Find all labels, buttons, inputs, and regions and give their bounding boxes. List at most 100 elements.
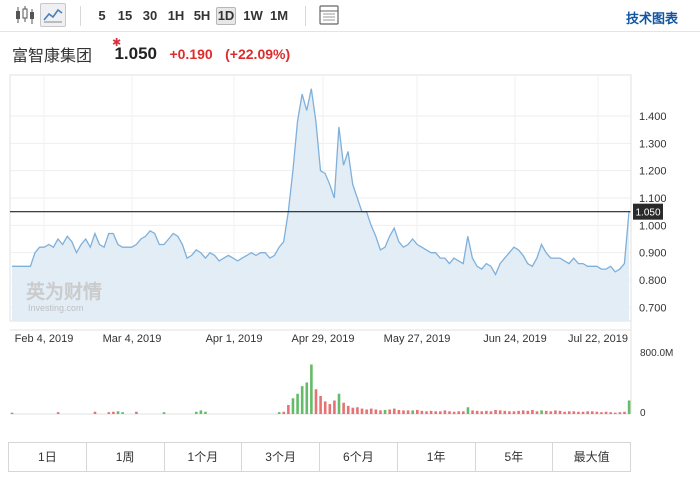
- x-tick-label: Jul 22, 2019: [568, 333, 628, 345]
- volume-bar: [360, 408, 364, 414]
- range-button-3[interactable]: 3个月: [242, 443, 320, 471]
- volume-axis-max: 800.0M: [640, 348, 673, 359]
- volume-bar: [577, 411, 580, 414]
- volume-bar: [600, 412, 603, 414]
- volume-bar: [415, 409, 419, 414]
- volume-bar: [121, 412, 124, 414]
- stock-name: 富智康集团: [12, 48, 93, 65]
- interval-button-1m[interactable]: 1M: [268, 7, 290, 25]
- interval-button-15[interactable]: 15: [116, 7, 134, 25]
- volume-bar: [457, 411, 461, 414]
- volume-bar: [420, 410, 424, 414]
- volume-bar: [204, 411, 207, 414]
- volume-axis-min: 0: [640, 408, 646, 419]
- table-icon[interactable]: [316, 3, 342, 27]
- volume-bar: [544, 410, 548, 414]
- interval-button-30[interactable]: 30: [141, 7, 159, 25]
- volume-bar: [300, 386, 304, 414]
- volume-bar: [434, 411, 438, 414]
- y-tick-label: 1.100: [639, 193, 667, 205]
- volume-bar: [572, 411, 576, 414]
- volume-bar: [365, 409, 368, 414]
- interval-button-5[interactable]: 5: [96, 7, 108, 25]
- volume-bar: [448, 411, 451, 414]
- volume-bar: [531, 409, 534, 414]
- volume-bar: [558, 410, 562, 414]
- volume-bar: [439, 411, 442, 414]
- volume-bar: [609, 412, 612, 414]
- toolbar-divider: [305, 6, 306, 26]
- volume-bar: [328, 404, 332, 414]
- volume-bar: [402, 410, 405, 414]
- volume-bar: [567, 411, 571, 414]
- x-tick-label: Apr 1, 2019: [206, 333, 263, 345]
- volume-bar: [388, 409, 391, 414]
- volume-bar: [93, 411, 97, 414]
- volume-bar: [443, 410, 447, 414]
- range-button-5[interactable]: 1年: [397, 443, 476, 471]
- volume-bar: [563, 411, 566, 414]
- volume-bar: [135, 411, 138, 414]
- volume-bar: [369, 408, 373, 414]
- range-button-4[interactable]: 6个月: [320, 443, 398, 471]
- interval-button-1w[interactable]: 1W: [242, 7, 264, 25]
- volume-bar: [107, 412, 111, 414]
- volume-bar: [425, 411, 428, 414]
- y-tick-label: 0.700: [639, 302, 667, 314]
- volume-bar: [627, 400, 631, 414]
- x-tick-label: Feb 4, 2019: [15, 333, 74, 345]
- volume-bar: [429, 410, 433, 414]
- volume-bar: [10, 412, 14, 414]
- volume-bar: [346, 405, 350, 414]
- price-chart[interactable]: 1.400 1.300 1.200 1.100 1.000 0.900 0.800 0.700…: [0, 72, 700, 432]
- volume-bar: [613, 412, 617, 414]
- volume-bar: [540, 410, 543, 414]
- volume-bar: [383, 409, 387, 414]
- quote-header: 富智康集团 ✱ 1.050 +0.190 (+22.09%): [12, 37, 290, 66]
- volume-bar: [411, 410, 414, 414]
- x-tick-label: Jun 24, 2019: [483, 333, 547, 345]
- range-button-0[interactable]: 1日: [9, 443, 87, 471]
- technical-chart-link[interactable]: 技术图表: [626, 8, 678, 27]
- volume-bar: [116, 411, 120, 414]
- volume-bar: [581, 411, 585, 414]
- range-button-2[interactable]: 1个月: [164, 443, 243, 471]
- volume-bar: [406, 410, 410, 414]
- volume-bar: [512, 411, 516, 414]
- volume-bar: [194, 411, 198, 414]
- volume-bar: [517, 410, 520, 414]
- volume-bar: [351, 407, 355, 414]
- volume-bar: [618, 412, 622, 414]
- area-chart-icon[interactable]: [40, 3, 66, 27]
- volume-bar: [342, 402, 345, 414]
- interval-button-5h[interactable]: 5H: [192, 7, 212, 25]
- last-price-label: 1.050: [635, 208, 660, 219]
- interval-button-1d[interactable]: 1D: [216, 7, 236, 25]
- candlestick-icon[interactable]: [12, 3, 38, 27]
- y-tick-label: 0.900: [639, 248, 667, 260]
- volume-bar: [604, 411, 608, 414]
- volume-bar: [337, 393, 341, 414]
- y-tick-label: 1.300: [639, 138, 667, 150]
- range-button-1[interactable]: 1周: [86, 443, 165, 471]
- volume-bar: [319, 396, 322, 414]
- range-button-6[interactable]: 5年: [475, 443, 554, 471]
- volume-bar: [162, 412, 166, 414]
- time-range-selector: 1日 1周 1个月 3个月 6个月 1年 5年 最大值: [8, 442, 631, 472]
- volume-bar: [379, 410, 382, 414]
- volume-bar: [590, 411, 594, 414]
- interval-button-1h[interactable]: 1H: [166, 7, 186, 25]
- volume-bar: [305, 382, 309, 414]
- volume-bar: [199, 410, 203, 414]
- volume-bar: [623, 411, 626, 414]
- volume-bar: [471, 410, 474, 414]
- alert-star-icon: ✱: [112, 37, 122, 49]
- y-tick-label: 1.000: [639, 220, 667, 232]
- volume-bar: [489, 411, 493, 414]
- volume-bar: [503, 410, 507, 414]
- volume-bar: [494, 409, 497, 414]
- volume-bar: [508, 411, 511, 414]
- range-button-7[interactable]: 最大值: [553, 443, 630, 471]
- volume-bar: [277, 412, 281, 414]
- toolbar-divider: [80, 6, 81, 26]
